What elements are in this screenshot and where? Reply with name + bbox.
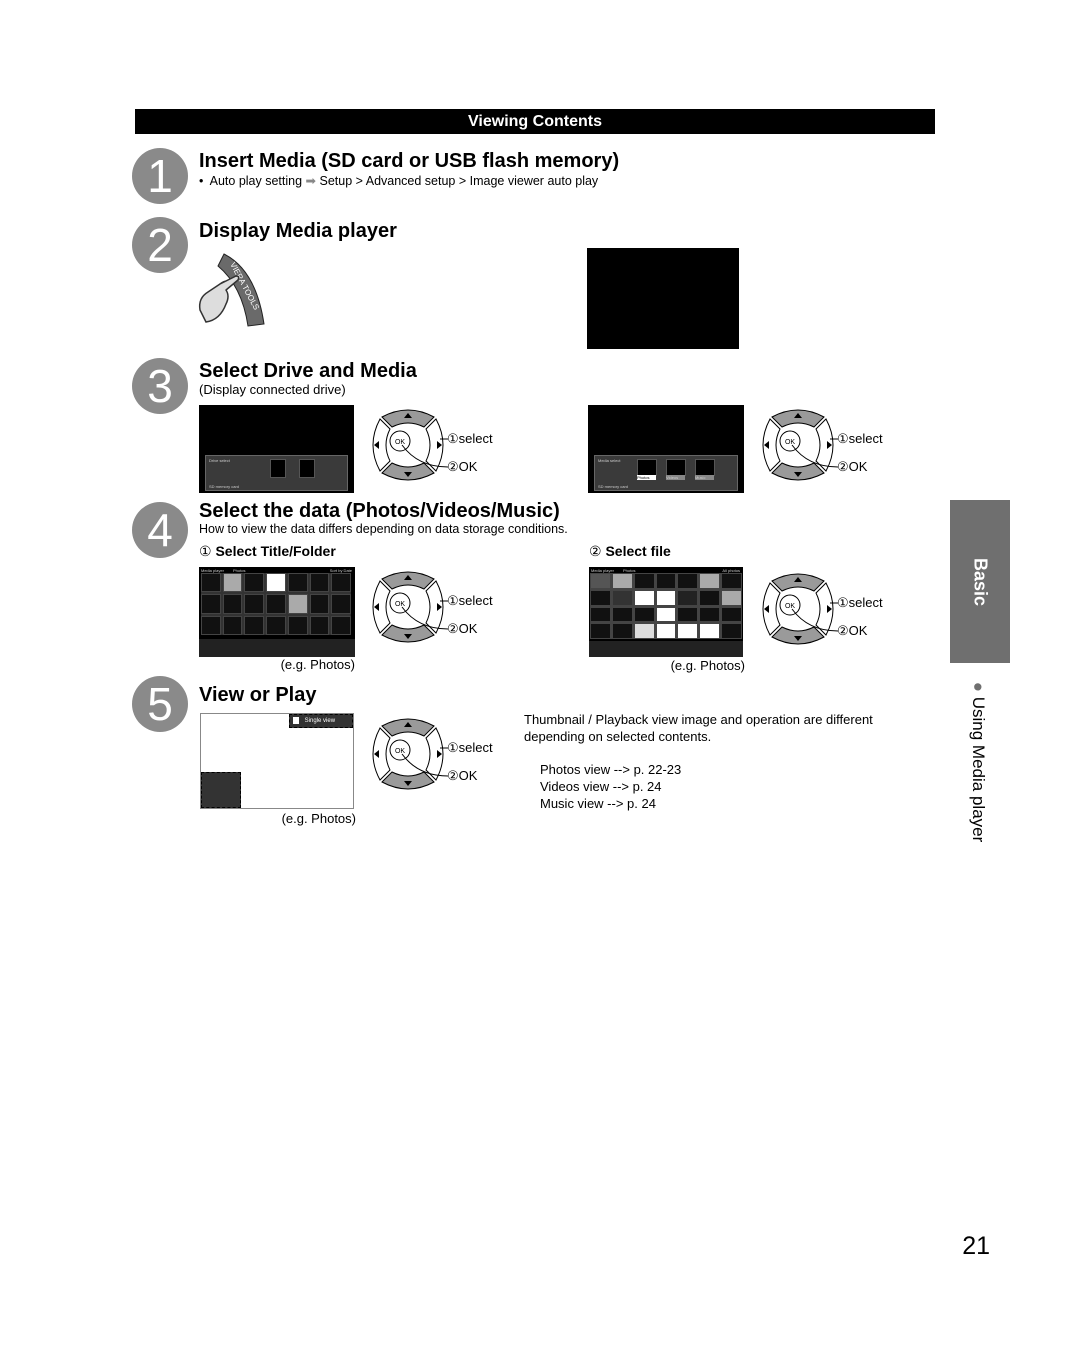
description-line: depending on selected contents.	[524, 729, 712, 744]
ok-label: OK	[395, 439, 405, 446]
note-path: Setup > Advanced setup > Image viewer au…	[319, 174, 599, 188]
pause-icon	[293, 716, 299, 724]
circled-2: ②	[589, 543, 602, 559]
ok-instruction: ②OK	[837, 459, 868, 474]
dpad-icon: OK	[372, 718, 448, 790]
select-instruction: ①select	[837, 595, 883, 610]
step-5-title: View or Play	[199, 684, 317, 706]
step-4-number: 4	[132, 502, 188, 558]
drive-tile	[270, 459, 286, 478]
circled-1: ①	[199, 543, 212, 559]
step-1-note: • Auto play setting ➡ Setup > Advanced s…	[199, 173, 598, 188]
screen-guide-bar	[199, 639, 355, 657]
select-instruction: ①select	[447, 740, 493, 755]
section-header: Viewing Contents	[135, 109, 935, 134]
operation-guide-panel	[201, 772, 241, 808]
videos-view-reference[interactable]: Videos view --> p. 24	[540, 778, 681, 795]
ok-instruction: ②OK	[837, 623, 868, 638]
select-instruction: ①select	[447, 593, 493, 608]
drive-select-heading: Drive select	[209, 458, 230, 463]
ok-instruction: ②OK	[447, 459, 478, 474]
single-view-screen: Single view	[200, 713, 354, 809]
page-number: 21	[962, 1232, 990, 1260]
remote-dpad-diagram: OK ①select ②OK	[368, 405, 508, 485]
media-footer: SD memory card	[598, 484, 629, 489]
tv-screen-black	[587, 248, 739, 349]
folder-thumbnail-screen: Media player Photos Sort by Date	[199, 567, 355, 657]
step-5-number: 5	[132, 676, 188, 732]
dpad-icon: OK	[372, 571, 448, 643]
step-2-title: Display Media player	[199, 220, 397, 242]
side-topic: ● Using Media player	[968, 682, 988, 843]
tab-music: Music	[695, 475, 714, 480]
drive-footer: SD memory card	[209, 484, 240, 489]
dpad-icon: OK	[762, 573, 838, 645]
media-tile-music	[695, 459, 715, 476]
substep-select-file: ② Select file	[589, 543, 671, 560]
substep-select-title-folder: ① Select Title/Folder	[199, 543, 336, 560]
media-select-panel: Media select Photos Videos Music SD memo…	[594, 455, 738, 491]
dpad-icon: OK	[762, 409, 838, 481]
select-instruction: ①select	[837, 431, 883, 446]
file-thumbnail-screen: Media player Photos All photos	[589, 567, 743, 657]
viera-tools-icon: VIERA TOOLS	[198, 253, 265, 327]
drive-select-panel: Drive select SD memory card	[205, 455, 348, 491]
folder-grid	[201, 573, 351, 635]
photos-view-reference[interactable]: Photos view --> p. 22-23	[540, 761, 681, 778]
bullet: •	[199, 174, 210, 188]
tab-photos: Photos	[637, 475, 656, 480]
arrow-right-icon: ➡	[305, 174, 317, 188]
side-topic-label: Using Media player	[969, 696, 988, 843]
drive-select-screen: Drive select SD memory card	[199, 405, 354, 493]
media-select-heading: Media select	[598, 458, 621, 463]
ok-label: OK	[785, 439, 795, 446]
step-1-number: 1	[132, 148, 188, 204]
file-grid	[590, 573, 742, 639]
ok-instruction: ②OK	[447, 768, 478, 783]
caption: (e.g. Photos)	[280, 657, 355, 672]
step-4-title: Select the data (Photos/Videos/Music)	[199, 500, 560, 522]
media-select-screen: Media select Photos Videos Music SD memo…	[588, 405, 744, 493]
step-5-description: Thumbnail / Playback view image and oper…	[524, 711, 873, 745]
caption: (e.g. Photos)	[670, 658, 745, 673]
ok-instruction: ②OK	[447, 621, 478, 636]
screen-guide-bar	[589, 641, 743, 657]
badge-label: Single view	[304, 718, 336, 724]
ok-label: OK	[785, 603, 795, 610]
side-tab-label: Basic	[970, 557, 991, 607]
manual-page: Viewing Contents 1 Insert Media (SD card…	[0, 0, 1080, 1353]
step-2-number: 2	[132, 217, 188, 273]
tab-videos: Videos	[666, 475, 685, 480]
bullet-icon: ●	[969, 681, 988, 693]
media-tile-photos	[637, 459, 657, 476]
remote-dpad-diagram: OK ①select ②OK	[758, 405, 898, 485]
music-view-reference[interactable]: Music view --> p. 24	[540, 795, 681, 812]
drive-tile	[299, 459, 315, 478]
step-3-number: 3	[132, 358, 188, 414]
single-view-badge: Single view	[289, 714, 353, 728]
step-3-title: Select Drive and Media	[199, 360, 417, 382]
note-label: Auto play setting	[209, 174, 303, 188]
description-line: Thumbnail / Playback view image and oper…	[524, 712, 873, 727]
step-3-subtitle: (Display connected drive)	[199, 382, 346, 397]
step-1-title: Insert Media (SD card or USB flash memor…	[199, 150, 620, 172]
substep-label: Select file	[605, 543, 671, 559]
remote-dpad-diagram: OK ①select ②OK	[368, 714, 508, 794]
ok-label: OK	[395, 748, 405, 755]
select-instruction: ①select	[447, 431, 493, 446]
media-tile-videos	[666, 459, 686, 476]
caption: (e.g. Photos)	[281, 811, 356, 826]
dpad-icon: OK	[372, 409, 448, 481]
page-references: Photos view --> p. 22-23 Videos view -->…	[540, 761, 681, 812]
viera-tools-button-illustration: VIERA TOOLS	[196, 250, 268, 330]
ok-label: OK	[395, 601, 405, 608]
step-4-subtitle: How to view the data differs depending o…	[199, 522, 568, 536]
side-tab-basic: Basic	[950, 500, 1010, 663]
remote-dpad-diagram: OK ①select ②OK	[758, 569, 898, 649]
substep-label: Select Title/Folder	[215, 543, 336, 559]
remote-dpad-diagram: OK ①select ②OK	[368, 567, 508, 647]
